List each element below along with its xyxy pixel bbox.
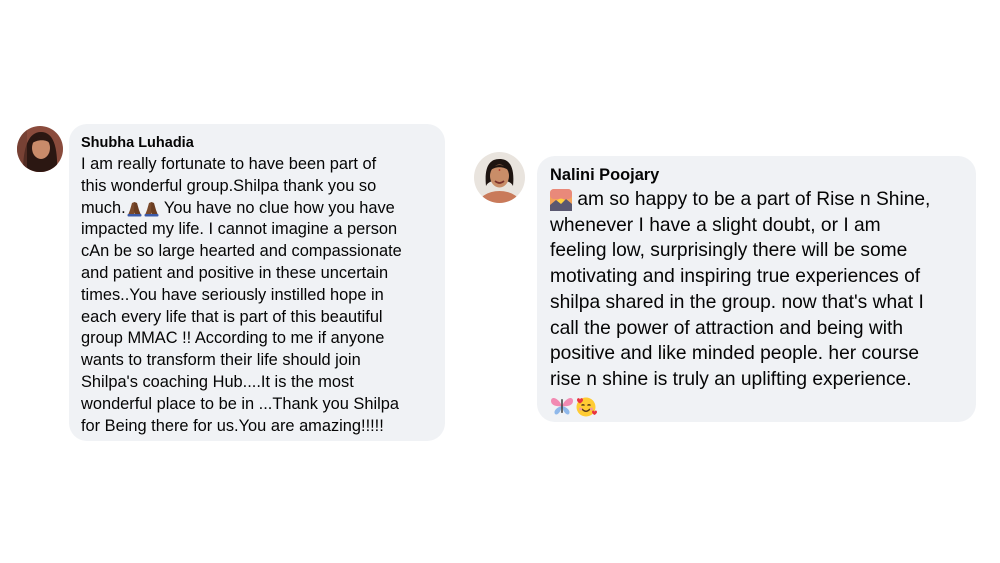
comment-text-line: wonderful place to be in ...Thank you Sh…	[81, 394, 399, 413]
comment-text-line: and patient and positive in these uncert…	[81, 263, 389, 282]
emoji-line	[550, 393, 966, 419]
comment-bubble: Nalini Poojary am so happy to be a part …	[537, 156, 976, 422]
comment-text-segment: much.	[81, 198, 126, 217]
comment-text-line: this wonderful group.Shilpa thank you so	[81, 176, 377, 195]
avatar[interactable]	[17, 126, 63, 172]
comment-text-line: each every life that is part of this bea…	[81, 307, 383, 326]
comment-author[interactable]: Nalini Poojary	[550, 163, 966, 187]
comment-text-line: whenever I have a slight doubt, or I am	[550, 214, 881, 236]
comment-text-line: positive and like minded people. her cou…	[550, 343, 920, 365]
comment-text-line: cAn be so large hearted and compassionat…	[81, 242, 402, 261]
comment-text-line: rise n shine is truly an uplifting exper…	[550, 368, 912, 390]
comment-text-line-with-emoji: am so happy to be a part of Rise n Shine…	[550, 187, 966, 213]
comment-text-line: shilpa shared in the group. now that's w…	[550, 291, 924, 313]
smiling-face-with-hearts-icon	[574, 394, 598, 418]
comment-text-segment: am so happy to be a part of Rise n Shine…	[572, 189, 931, 210]
comment-text-line: wants to transform their life should joi…	[81, 351, 361, 370]
comment-text-line: impacted my life. I cannot imagine a per…	[81, 220, 398, 239]
comment-text-line: group MMAC !! According to me if anyone	[81, 329, 385, 348]
profile-photo	[17, 126, 63, 172]
comment-text-segment: You have no clue how you have	[159, 198, 395, 217]
sunrise-icon	[550, 188, 572, 211]
comment-text-line: feeling low, surprisingly there will be …	[550, 240, 908, 262]
avatar[interactable]	[474, 152, 525, 203]
comment-text-line: times..You have seriously instilled hope…	[81, 285, 384, 304]
comment-text-line: motivating and inspiring true experience…	[550, 266, 921, 288]
folded-hands-icon	[143, 200, 160, 217]
comment-bubble: Shubha Luhadia I am really fortunate to …	[69, 124, 445, 441]
comment-text-line: I am really fortunate to have been part …	[81, 155, 377, 173]
profile-photo	[474, 152, 525, 203]
comment-text-line: Shilpa's coaching Hub....It is the most	[81, 372, 354, 391]
butterfly-icon	[550, 395, 574, 417]
comment-text-line: for Being there for us.You are amazing!!…	[81, 416, 384, 435]
comment-author[interactable]: Shubha Luhadia	[81, 133, 435, 154]
folded-hands-icon	[126, 200, 143, 217]
comment-text-line: call the power of attraction and being w…	[550, 317, 904, 339]
comment-text-line-with-emoji: much. You have no clue how you have	[81, 198, 435, 220]
